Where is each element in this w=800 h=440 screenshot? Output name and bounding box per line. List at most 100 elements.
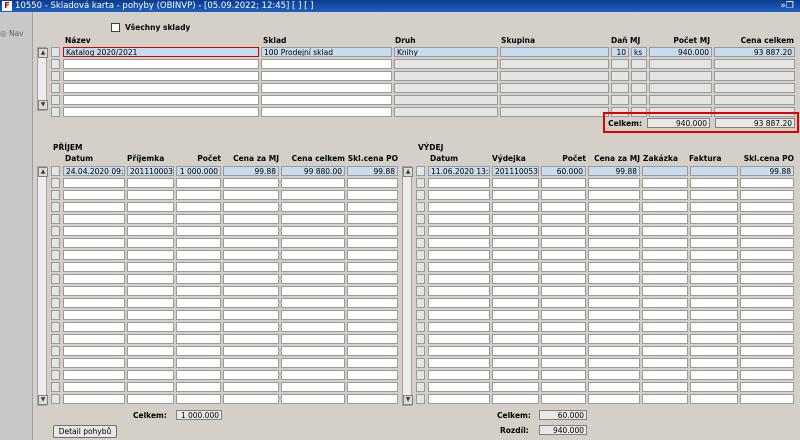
table-cell[interactable] [394, 107, 498, 117]
table-cell[interactable] [588, 262, 640, 272]
table-cell[interactable] [347, 202, 398, 212]
table-cell[interactable] [261, 59, 392, 69]
table-cell[interactable] [541, 394, 586, 404]
receipt-unit-price-cell[interactable]: 99.88 [223, 166, 279, 176]
table-cell[interactable] [63, 178, 125, 188]
table-cell[interactable] [642, 370, 688, 380]
table-cell[interactable] [63, 107, 259, 117]
table-cell[interactable] [492, 286, 539, 296]
table-cell[interactable] [740, 190, 794, 200]
issue-invoice-cell[interactable] [690, 166, 738, 176]
table-cell[interactable] [588, 358, 640, 368]
table-cell[interactable] [492, 190, 539, 200]
table-cell[interactable] [428, 394, 490, 404]
table-cell[interactable] [649, 83, 712, 93]
table-cell[interactable] [690, 310, 738, 320]
table-cell[interactable] [631, 95, 647, 105]
table-cell[interactable] [541, 226, 586, 236]
table-cell[interactable] [223, 214, 279, 224]
row-marker[interactable] [51, 178, 60, 188]
table-cell[interactable] [740, 382, 794, 392]
table-cell[interactable] [223, 178, 279, 188]
table-cell[interactable] [714, 59, 795, 69]
table-cell[interactable] [541, 322, 586, 332]
table-cell[interactable] [541, 202, 586, 212]
table-cell[interactable] [642, 214, 688, 224]
table-cell[interactable] [428, 298, 490, 308]
table-cell[interactable] [588, 382, 640, 392]
table-cell[interactable] [63, 358, 125, 368]
table-cell[interactable] [642, 286, 688, 296]
table-cell[interactable] [347, 370, 398, 380]
table-cell[interactable] [176, 334, 221, 344]
row-marker[interactable] [51, 95, 60, 105]
scroll-down-icon[interactable]: ▼ [403, 395, 413, 405]
row-marker[interactable] [51, 310, 60, 320]
receipt-date-cell[interactable]: 24.04.2020 09:35 [63, 166, 125, 176]
table-cell[interactable] [642, 262, 688, 272]
row-marker[interactable] [51, 262, 60, 272]
table-cell[interactable] [500, 95, 609, 105]
table-cell[interactable] [642, 382, 688, 392]
nav-button[interactable]: ◎ Nav [0, 29, 24, 38]
detail-movements-button[interactable]: Detail pohybů [53, 425, 117, 438]
table-cell[interactable] [428, 262, 490, 272]
table-cell[interactable] [63, 71, 259, 81]
table-cell[interactable] [588, 214, 640, 224]
table-cell[interactable] [690, 262, 738, 272]
table-cell[interactable] [500, 71, 609, 81]
table-cell[interactable] [394, 71, 498, 81]
table-cell[interactable] [740, 274, 794, 284]
table-cell[interactable] [588, 190, 640, 200]
table-cell[interactable] [63, 202, 125, 212]
table-cell[interactable] [690, 298, 738, 308]
table-cell[interactable] [428, 238, 490, 248]
table-cell[interactable] [740, 202, 794, 212]
row-marker[interactable] [51, 250, 60, 260]
table-cell[interactable] [740, 334, 794, 344]
table-cell[interactable] [714, 95, 795, 105]
table-cell[interactable] [492, 250, 539, 260]
table-cell[interactable] [223, 370, 279, 380]
table-cell[interactable] [63, 322, 125, 332]
table-cell[interactable] [631, 59, 647, 69]
table-cell[interactable] [541, 238, 586, 248]
table-cell[interactable] [541, 214, 586, 224]
scroll-up-icon[interactable]: ▲ [38, 167, 48, 177]
table-cell[interactable] [690, 190, 738, 200]
table-cell[interactable] [428, 334, 490, 344]
table-cell[interactable] [63, 394, 125, 404]
stock-tax-cell[interactable]: 10 [611, 47, 629, 57]
table-cell[interactable] [649, 59, 712, 69]
receipt-doc-cell[interactable]: 2011100036 [127, 166, 174, 176]
table-cell[interactable] [642, 238, 688, 248]
table-cell[interactable] [63, 370, 125, 380]
table-cell[interactable] [588, 238, 640, 248]
row-marker[interactable] [416, 202, 425, 212]
table-cell[interactable] [492, 310, 539, 320]
table-cell[interactable] [127, 274, 174, 284]
table-cell[interactable] [127, 310, 174, 320]
row-marker[interactable] [416, 166, 425, 176]
table-cell[interactable] [223, 238, 279, 248]
table-cell[interactable] [347, 298, 398, 308]
table-cell[interactable] [347, 214, 398, 224]
table-cell[interactable] [541, 310, 586, 320]
table-cell[interactable] [347, 286, 398, 296]
table-cell[interactable] [690, 238, 738, 248]
table-cell[interactable] [127, 262, 174, 272]
table-cell[interactable] [127, 226, 174, 236]
table-cell[interactable] [492, 274, 539, 284]
table-cell[interactable] [223, 310, 279, 320]
table-cell[interactable] [588, 298, 640, 308]
issue-date-cell[interactable]: 11.06.2020 13:46 [428, 166, 490, 176]
row-marker[interactable] [51, 370, 60, 380]
row-marker[interactable] [51, 202, 60, 212]
table-cell[interactable] [588, 202, 640, 212]
table-cell[interactable] [611, 71, 629, 81]
table-cell[interactable] [176, 238, 221, 248]
table-cell[interactable] [223, 298, 279, 308]
table-cell[interactable] [642, 298, 688, 308]
table-cell[interactable] [347, 322, 398, 332]
row-marker[interactable] [51, 166, 60, 176]
